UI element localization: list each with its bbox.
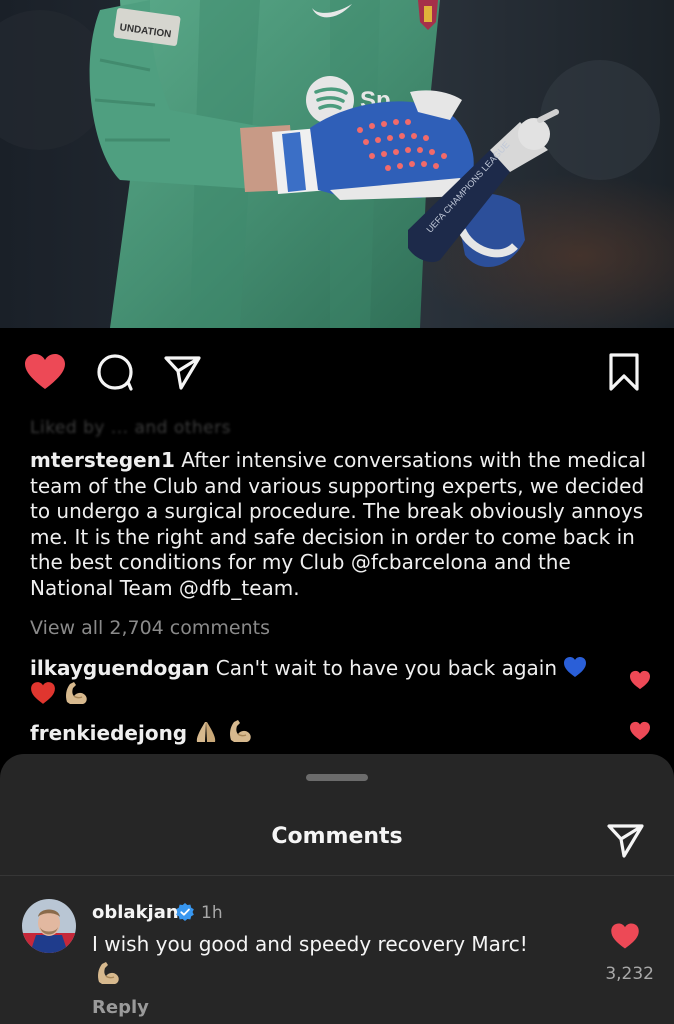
view-all-comments-link[interactable]: View all 2,704 comments xyxy=(30,617,270,639)
avatar[interactable] xyxy=(22,899,76,953)
post-caption: mterstegen1 After intensive conversation… xyxy=(30,448,650,601)
bookmark-icon xyxy=(609,353,639,391)
heart-filled-icon xyxy=(25,354,65,389)
like-comment-heart-icon[interactable] xyxy=(629,721,651,741)
share-button[interactable] xyxy=(160,350,204,394)
comment-bubble-icon xyxy=(97,354,133,391)
preview-comment: frenkiedejong xyxy=(30,718,254,745)
preview-comment: ilkayguendogan Can't wait to have you ba… xyxy=(30,656,587,680)
caption-username[interactable]: mterstegen1 xyxy=(30,448,175,472)
verified-badge-icon xyxy=(176,903,194,921)
comment-button[interactable] xyxy=(93,350,137,394)
paper-plane-icon xyxy=(607,824,644,858)
comment-username[interactable]: oblakjan xyxy=(92,902,179,923)
sheet-title: Comments xyxy=(271,824,403,849)
like-button[interactable] xyxy=(23,350,67,394)
sheet-share-button[interactable] xyxy=(603,818,647,862)
paper-plane-icon xyxy=(164,356,201,390)
preview-comment-username[interactable]: frenkiedejong xyxy=(30,721,187,745)
flexed-biceps-emoji-icon xyxy=(98,962,119,984)
comment-timestamp: 1h xyxy=(201,903,223,923)
folded-hands-emoji-icon xyxy=(197,722,216,742)
preview-comment-emoji-row xyxy=(30,680,90,706)
flexed-biceps-emoji-icon xyxy=(66,682,87,704)
like-comment-heart-icon[interactable] xyxy=(629,670,651,690)
avatar-image xyxy=(22,899,76,953)
post-photo[interactable]: UNDATION Sp UEFA CHAMPIONS LEAGUE xyxy=(0,0,674,328)
preview-comment-text: Can't wait to have you back again xyxy=(209,656,558,680)
sheet-drag-handle[interactable] xyxy=(306,774,368,781)
comments-sheet: Comments oblakjan 1h I wish you good and… xyxy=(0,754,674,1024)
comment-text: I wish you good and speedy recovery Marc… xyxy=(92,932,528,956)
liked-by-text-blurred[interactable]: Liked by ... and others xyxy=(30,418,610,438)
comment-like-heart-icon[interactable] xyxy=(610,922,640,950)
post-action-bar xyxy=(0,328,674,414)
flexed-biceps-emoji-icon xyxy=(229,720,251,742)
reply-button[interactable]: Reply xyxy=(92,997,149,1018)
blue-heart-emoji-icon xyxy=(564,657,587,677)
comment-like-count: 3,232 xyxy=(605,964,654,984)
sheet-divider xyxy=(0,875,674,876)
red-heart-emoji-icon xyxy=(31,682,55,704)
preview-comment-username[interactable]: ilkayguendogan xyxy=(30,656,209,680)
save-button[interactable] xyxy=(602,350,646,394)
goalkeeper-photo: UNDATION Sp UEFA CHAMPIONS LEAGUE xyxy=(0,0,674,328)
